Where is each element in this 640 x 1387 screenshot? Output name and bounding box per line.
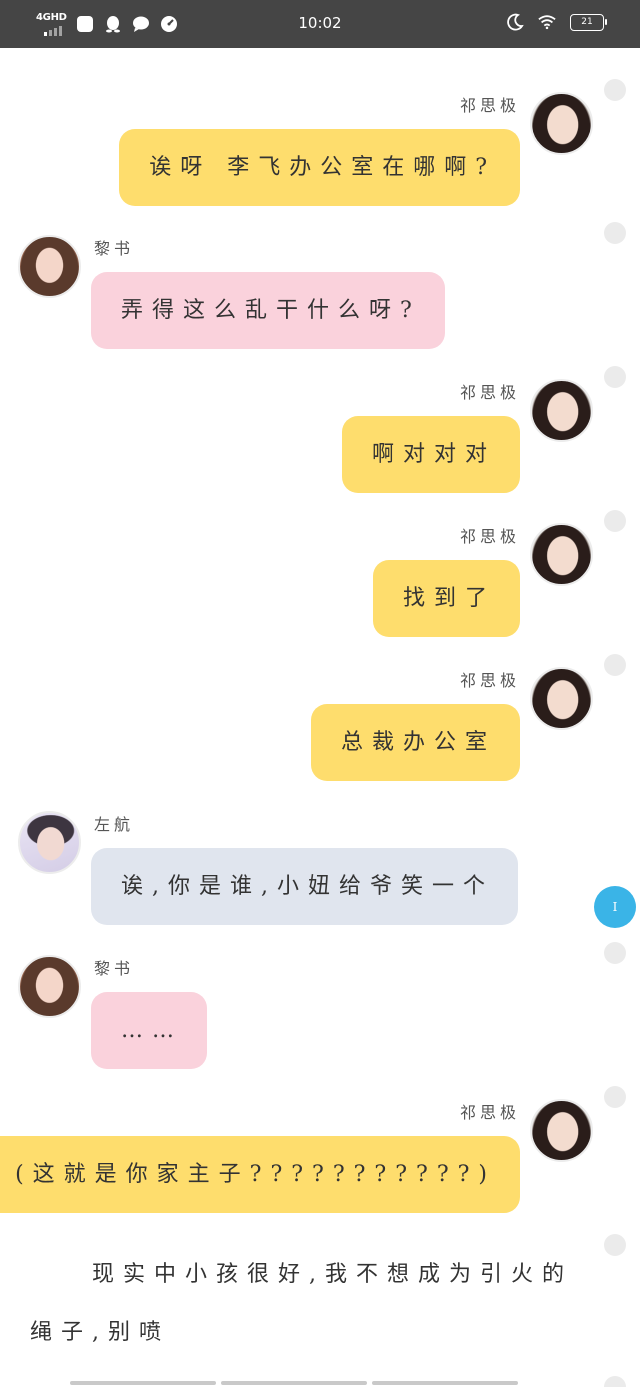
select-dot[interactable] bbox=[604, 654, 626, 676]
message-bubble[interactable]: 诶呀 李飞办公室在哪啊? bbox=[119, 129, 520, 206]
message-bubble[interactable]: 找到了 bbox=[372, 560, 520, 637]
battery-icon: 21 bbox=[570, 13, 607, 31]
select-dot[interactable] bbox=[604, 366, 626, 388]
status-bar: 4GHD 10:02 21 bbox=[0, 0, 640, 48]
message-bubble[interactable]: 诶,你是谁,小妞给爷笑一个 bbox=[91, 848, 518, 925]
select-dot[interactable] bbox=[604, 1376, 626, 1387]
avatar-qi-siji[interactable] bbox=[530, 379, 593, 442]
sender-name: 祁思极 bbox=[459, 671, 520, 690]
message-bubble[interactable]: (这就是你家主子???????????) bbox=[0, 1136, 520, 1213]
avatar-qi-siji[interactable] bbox=[530, 523, 593, 586]
wifi-icon bbox=[538, 13, 556, 31]
chat-area: 祁思极 诶呀 李飞办公室在哪啊? 黎书 弄得这么乱干什么呀? 祁思极 啊对对对 … bbox=[0, 48, 640, 1387]
sender-name: 祁思极 bbox=[459, 96, 520, 115]
narration-text: 现实中小孩很好,我不想成为引火的绳子,别喷 bbox=[30, 1262, 573, 1345]
message-bubble[interactable]: 啊对对对 bbox=[341, 416, 520, 493]
bottom-scroll-bars bbox=[70, 1381, 518, 1385]
sender-name: 黎书 bbox=[94, 239, 135, 258]
message-bubble[interactable]: 总裁办公室 bbox=[310, 704, 520, 781]
select-dot[interactable] bbox=[604, 222, 626, 244]
avatar-li-shu[interactable] bbox=[18, 955, 81, 1018]
avatar-qi-siji[interactable] bbox=[530, 92, 593, 155]
status-right-icons: 21 bbox=[506, 13, 607, 31]
select-dot[interactable] bbox=[604, 79, 626, 101]
sender-name: 祁思极 bbox=[459, 527, 520, 546]
sender-name: 祁思极 bbox=[459, 1103, 520, 1122]
sender-name: 左航 bbox=[94, 815, 135, 834]
avatar-li-shu[interactable] bbox=[18, 235, 81, 298]
message-bubble[interactable]: …… bbox=[91, 992, 207, 1069]
select-dot[interactable] bbox=[604, 942, 626, 964]
message-bubble[interactable]: 弄得这么乱干什么呀? bbox=[91, 272, 445, 349]
sender-name: 祁思极 bbox=[459, 383, 520, 402]
select-dot[interactable] bbox=[604, 1086, 626, 1108]
floating-action-button[interactable]: I bbox=[594, 886, 636, 928]
avatar-qi-siji[interactable] bbox=[530, 1099, 593, 1162]
select-dot[interactable] bbox=[604, 1234, 626, 1256]
sender-name: 黎书 bbox=[94, 959, 135, 978]
avatar-qi-siji[interactable] bbox=[530, 667, 593, 730]
avatar-zuo-hang[interactable] bbox=[18, 811, 81, 874]
select-dot[interactable] bbox=[604, 510, 626, 532]
moon-icon bbox=[506, 13, 524, 31]
